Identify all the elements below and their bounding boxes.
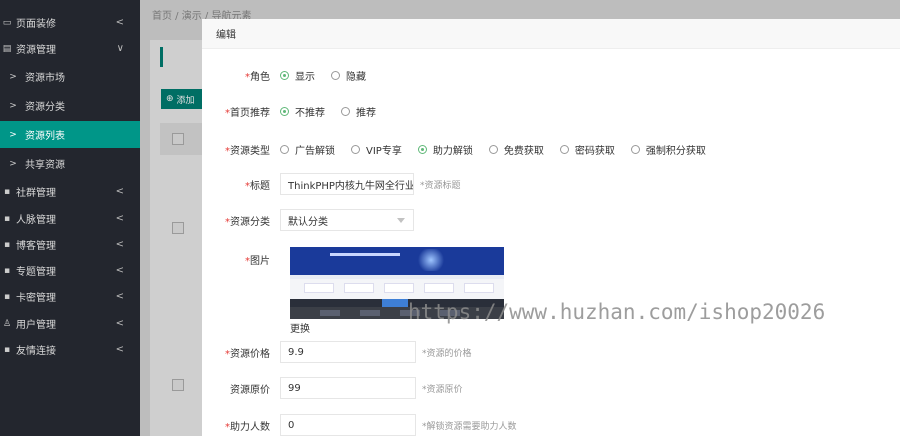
original-price-row: 资源原价 99 *资源原价 (202, 377, 900, 399)
role-label: *角色 (245, 71, 270, 83)
group-icon: ▪ (3, 186, 11, 197)
title-label: *标题 (245, 180, 270, 192)
contacts-icon: ▪ (3, 213, 11, 224)
chevron-left-icon: < (115, 291, 124, 302)
sidebar-item-cards[interactable]: ▪ 卡密管理 < (0, 283, 140, 310)
price-input[interactable]: 9.9 (280, 341, 416, 363)
original-price-label: 资源原价 (230, 384, 270, 396)
user-icon: ♙ (2, 318, 12, 329)
chevron-right-icon: > (9, 129, 17, 140)
link-icon: ▪ (3, 344, 11, 355)
title-hint: *资源标题 (420, 180, 461, 191)
chevron-right-icon: > (9, 71, 17, 82)
original-price-hint: *资源原价 (422, 384, 463, 395)
price-hint: *资源的价格 (422, 348, 472, 359)
row-checkbox[interactable] (172, 222, 184, 234)
category-label: *资源分类 (225, 216, 270, 228)
radio-show[interactable]: 显示 (280, 68, 315, 83)
price-row: *资源价格 9.9 *资源的价格 (202, 341, 900, 363)
sidebar-item-resource-management[interactable]: ▤ 资源管理 ∨ (0, 35, 140, 62)
folder-icon: ▤ (2, 43, 12, 54)
card-icon: ▪ (3, 291, 11, 302)
radio-recommend[interactable]: 推荐 (341, 104, 376, 119)
background-accent-bar (160, 47, 163, 67)
sidebar-item-resource-market[interactable]: > 资源市场 (0, 63, 140, 90)
sidebar-item-resource-category[interactable]: > 资源分类 (0, 92, 140, 119)
radio-free[interactable]: 免费获取 (488, 142, 544, 157)
chevron-right-icon: > (9, 100, 17, 111)
title-row: *标题 ThinkPHP内核九牛网全行业小程 *资源标题 (202, 173, 900, 195)
change-image-link[interactable]: 更换 (290, 320, 310, 335)
radio-hide[interactable]: 隐藏 (331, 68, 366, 83)
blog-icon: ▪ (3, 239, 11, 250)
sidebar-item-topics[interactable]: ▪ 专题管理 < (0, 257, 140, 284)
watermark: https://www.huzhan.com/ishop20026 (408, 300, 826, 324)
chevron-right-icon: > (9, 158, 17, 169)
radio-ad-unlock[interactable]: 广告解锁 (280, 142, 335, 157)
image-label: *图片 (245, 255, 270, 267)
add-button[interactable]: ⊕ 添加 (161, 89, 205, 109)
resource-type-row: *资源类型 广告解锁 VIP专享 助力解锁 免费获取 密码获取 强制积分获取 (202, 139, 900, 159)
role-row: *角色 显示 隐藏 (202, 65, 900, 85)
helpers-label: *助力人数 (225, 421, 270, 433)
radio-assist-unlock[interactable]: 助力解锁 (417, 142, 473, 157)
edit-modal: 编辑 *角色 显示 隐藏 *首页推荐 不推荐 推荐 *资源类型 广告解锁 VIP… (202, 19, 900, 436)
chevron-left-icon: < (115, 239, 124, 250)
category-select[interactable]: 默认分类 (280, 209, 414, 231)
sidebar-item-users[interactable]: ♙ 用户管理 < (0, 310, 140, 337)
sidebar-item-community[interactable]: ▪ 社群管理 < (0, 178, 140, 205)
chevron-left-icon: < (115, 265, 124, 276)
helpers-hint: *解锁资源需要助力人数 (422, 421, 517, 432)
radio-not-recommend[interactable]: 不推荐 (280, 104, 325, 119)
chevron-left-icon: < (115, 186, 124, 197)
homepage-recommend-label: *首页推荐 (225, 107, 270, 119)
price-label: *资源价格 (225, 348, 270, 360)
modal-title: 编辑 (202, 19, 900, 49)
resource-type-label: *资源类型 (225, 145, 270, 157)
radio-vip[interactable]: VIP专享 (351, 142, 402, 157)
sidebar-item-shared-resources[interactable]: > 共享资源 (0, 150, 140, 177)
helpers-row: *助力人数 0 *解锁资源需要助力人数 (202, 414, 900, 436)
title-input[interactable]: ThinkPHP内核九牛网全行业小程 (280, 173, 414, 195)
chevron-left-icon: < (115, 213, 124, 224)
sidebar-item-contacts[interactable]: ▪ 人脉管理 < (0, 205, 140, 232)
category-row: *资源分类 默认分类 (202, 209, 900, 231)
sidebar-item-resource-list[interactable]: > 资源列表 (0, 121, 140, 148)
topic-icon: ▪ (3, 265, 11, 276)
chevron-left-icon: < (115, 344, 124, 355)
sidebar-item-friend-links[interactable]: ▪ 友情连接 < (0, 336, 140, 363)
homepage-recommend-row: *首页推荐 不推荐 推荐 (202, 101, 900, 121)
chevron-left-icon: < (115, 318, 124, 329)
chevron-down-icon: ∨ (116, 43, 124, 54)
original-price-input[interactable]: 99 (280, 377, 416, 399)
caret-down-icon (397, 218, 405, 223)
sidebar-item-blog[interactable]: ▪ 博客管理 < (0, 231, 140, 258)
radio-forced-points[interactable]: 强制积分获取 (630, 142, 706, 157)
radio-password[interactable]: 密码获取 (559, 142, 615, 157)
sidebar: ▭ 页面装修 < ▤ 资源管理 ∨ > 资源市场 > 资源分类 > 资源列表 >… (0, 0, 140, 436)
plus-icon: ⊕ (166, 94, 174, 104)
chevron-left-icon: < (115, 17, 124, 28)
desktop-icon: ▭ (2, 17, 12, 28)
helpers-input[interactable]: 0 (280, 414, 416, 436)
sidebar-item-page-decoration[interactable]: ▭ 页面装修 < (0, 9, 140, 36)
select-all-checkbox[interactable] (172, 133, 184, 145)
row-checkbox[interactable] (172, 379, 184, 391)
